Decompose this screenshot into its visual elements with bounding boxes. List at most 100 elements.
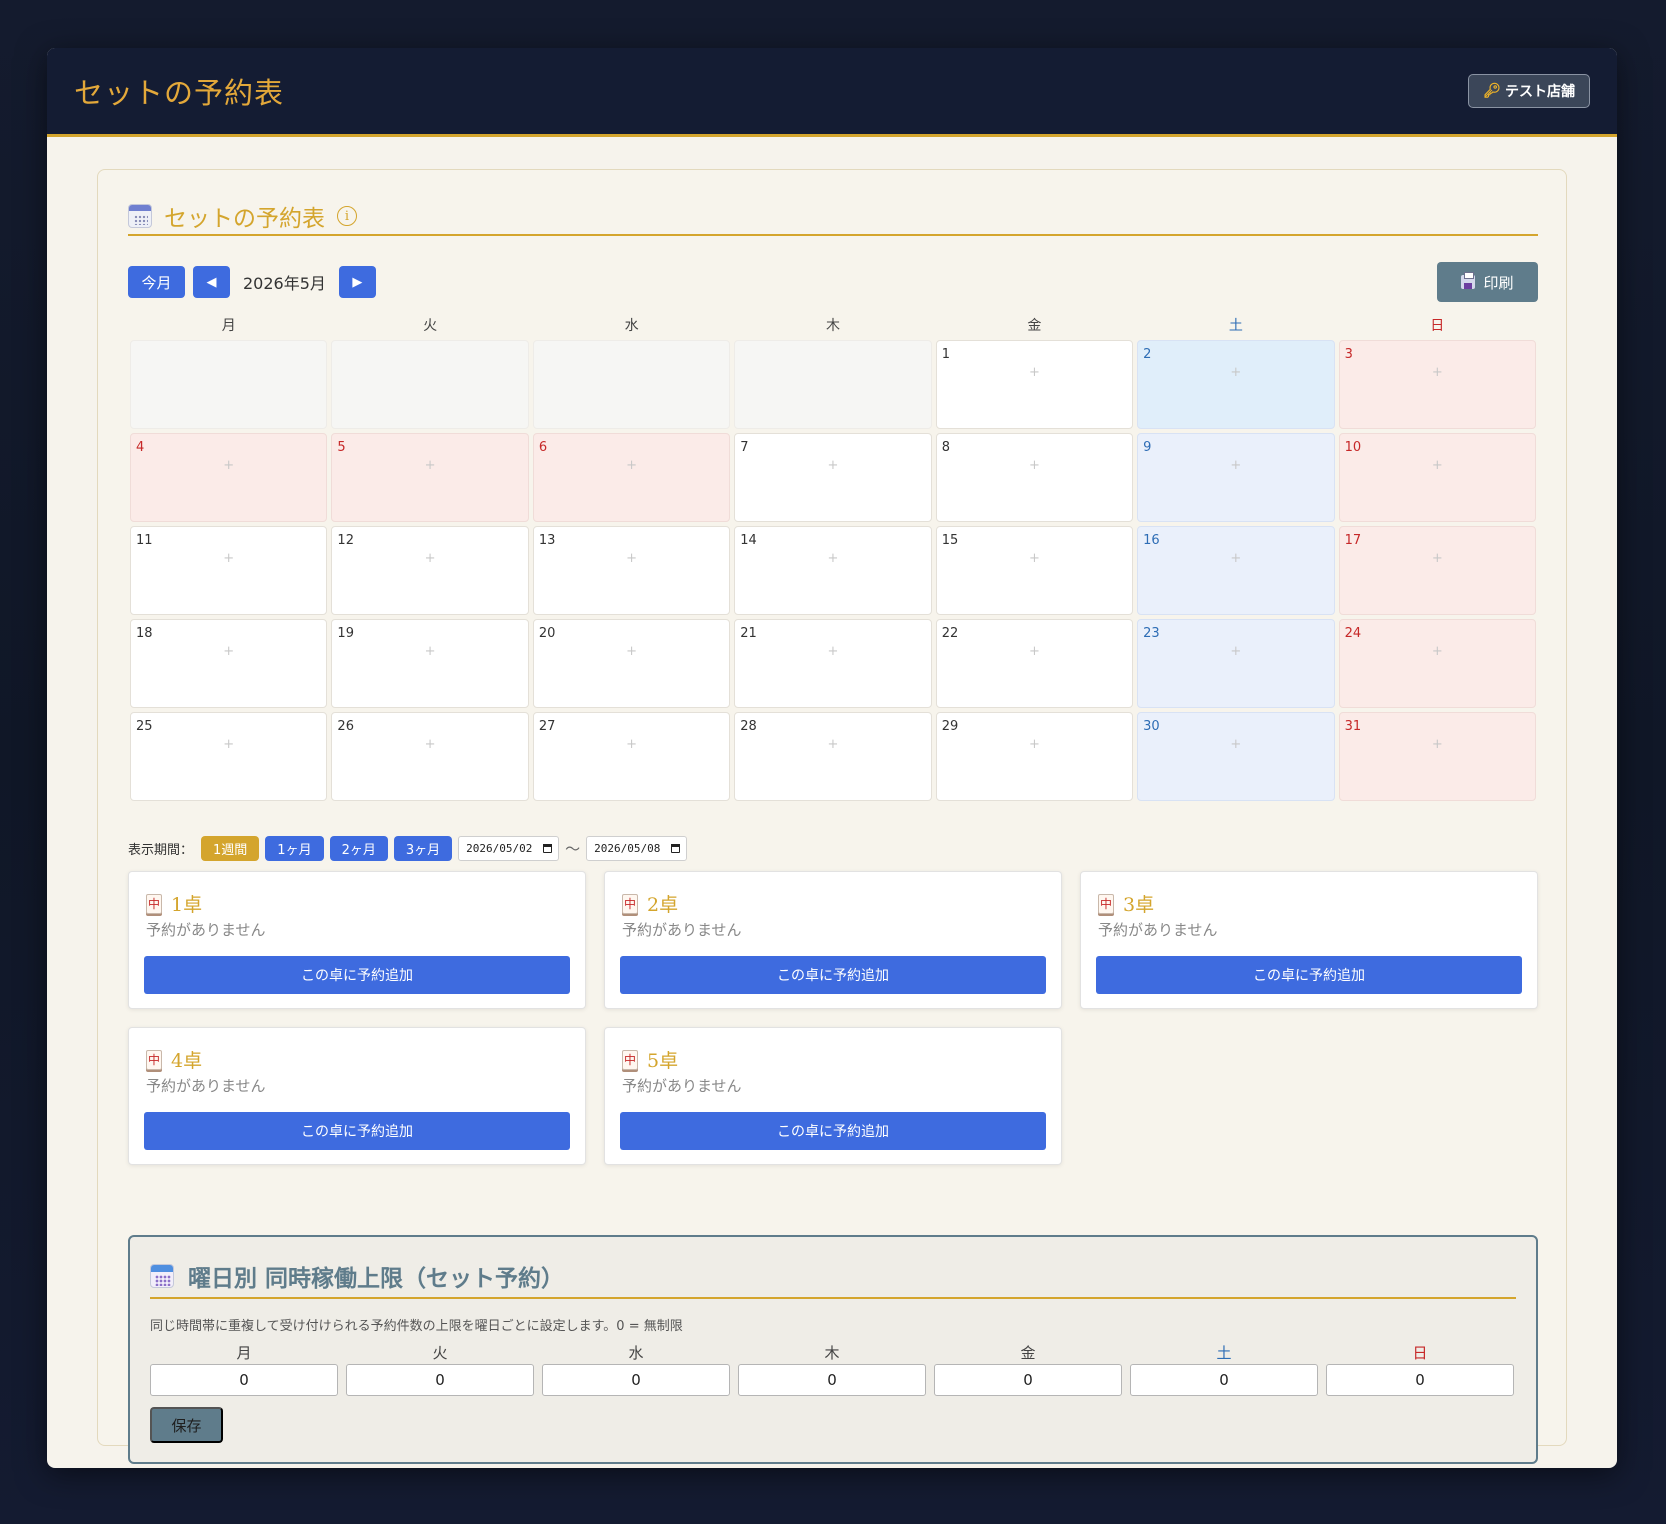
add-reservation-button[interactable]: この卓に予約追加 bbox=[620, 956, 1046, 994]
calendar-day-cell[interactable]: 11 + bbox=[130, 526, 328, 615]
calendar-day-cell[interactable]: 22 + bbox=[935, 619, 1134, 708]
table-card: 中 4卓 予約がありません この卓に予約追加 bbox=[128, 1027, 586, 1165]
add-reservation-icon[interactable]: + bbox=[534, 458, 729, 473]
save-button[interactable]: 保存 bbox=[150, 1407, 223, 1443]
calendar-day-cell[interactable]: 10 + bbox=[1338, 433, 1536, 522]
add-reservation-icon[interactable]: + bbox=[534, 551, 729, 566]
add-reservation-icon[interactable]: + bbox=[131, 644, 326, 659]
date-from-input[interactable]: 2026/05/02 bbox=[458, 835, 560, 861]
add-reservation-icon[interactable]: + bbox=[1340, 365, 1535, 380]
add-reservation-icon[interactable]: + bbox=[937, 737, 1132, 752]
add-reservation-icon[interactable]: + bbox=[937, 458, 1132, 473]
limit-input[interactable] bbox=[150, 1364, 338, 1396]
add-reservation-icon[interactable]: + bbox=[1340, 551, 1535, 566]
add-reservation-icon[interactable]: + bbox=[735, 458, 930, 473]
calendar-day-cell[interactable]: 27 + bbox=[532, 712, 731, 801]
calendar-day-cell[interactable]: 15 + bbox=[935, 526, 1134, 615]
add-reservation-button[interactable]: この卓に予約追加 bbox=[1096, 956, 1522, 994]
period-option-button[interactable]: 1週間 bbox=[201, 835, 260, 861]
add-reservation-icon[interactable]: + bbox=[735, 737, 930, 752]
table-card-header: 中 1卓 bbox=[146, 890, 202, 917]
calendar-day-cell[interactable]: 8 + bbox=[935, 433, 1134, 522]
period-option-button[interactable]: 3ヶ月 bbox=[393, 835, 453, 861]
add-reservation-icon[interactable]: + bbox=[937, 551, 1132, 566]
calendar-day-cell[interactable]: 23 + bbox=[1137, 619, 1335, 708]
calendar-day-cell[interactable]: 2 + bbox=[1137, 340, 1335, 429]
add-reservation-icon[interactable]: + bbox=[937, 644, 1132, 659]
add-reservation-icon[interactable]: + bbox=[1138, 644, 1333, 659]
add-reservation-icon[interactable]: + bbox=[1138, 365, 1333, 380]
add-reservation-icon[interactable]: + bbox=[131, 737, 326, 752]
calendar-day-cell[interactable]: 26 + bbox=[331, 712, 529, 801]
add-reservation-icon[interactable]: + bbox=[131, 458, 326, 473]
calendar-day-cell[interactable]: 5 + bbox=[331, 433, 529, 522]
limit-input[interactable] bbox=[738, 1364, 926, 1396]
add-reservation-icon[interactable]: + bbox=[735, 551, 930, 566]
calendar-day-cell[interactable]: 31 + bbox=[1338, 712, 1536, 801]
add-reservation-button[interactable]: この卓に予約追加 bbox=[144, 956, 570, 994]
limit-weekday-label: 火 bbox=[432, 1344, 448, 1362]
limit-weekday-label: 日 bbox=[1412, 1344, 1428, 1362]
add-reservation-icon[interactable]: + bbox=[1340, 737, 1535, 752]
this-month-button[interactable]: 今月 bbox=[128, 266, 185, 298]
store-button[interactable]: 🔑︎ テスト店舗 bbox=[1468, 74, 1590, 108]
limit-input[interactable] bbox=[346, 1364, 534, 1396]
calendar-day-cell[interactable]: 29 + bbox=[935, 712, 1134, 801]
add-reservation-icon[interactable]: + bbox=[1138, 551, 1333, 566]
calendar-day-cell[interactable]: 16 + bbox=[1137, 526, 1335, 615]
calendar-day-cell[interactable]: 1 + bbox=[935, 340, 1134, 429]
add-reservation-icon[interactable]: + bbox=[1340, 458, 1535, 473]
calendar-day-cell[interactable]: 7 + bbox=[734, 433, 932, 522]
add-reservation-icon[interactable]: + bbox=[1138, 458, 1333, 473]
day-number: 31 bbox=[1344, 719, 1362, 734]
calendar-day-cell[interactable]: 17 + bbox=[1338, 526, 1536, 615]
period-option-button[interactable]: 2ヶ月 bbox=[329, 835, 388, 861]
date-picker-icon[interactable] bbox=[671, 843, 681, 853]
add-reservation-button[interactable]: この卓に予約追加 bbox=[144, 1112, 570, 1150]
day-number: 2 bbox=[1143, 347, 1152, 362]
add-reservation-icon[interactable]: + bbox=[534, 644, 729, 659]
add-reservation-icon[interactable]: + bbox=[1340, 644, 1535, 659]
add-reservation-icon[interactable]: + bbox=[332, 551, 527, 566]
period-option-button[interactable]: 1ヶ月 bbox=[265, 835, 324, 861]
add-reservation-icon[interactable]: + bbox=[332, 644, 527, 659]
day-number: 22 bbox=[941, 626, 959, 641]
limit-title: 曜日別 同時稼働上限（セット予約） bbox=[188, 1266, 565, 1292]
add-reservation-button[interactable]: この卓に予約追加 bbox=[620, 1112, 1046, 1150]
info-icon[interactable]: i bbox=[337, 206, 357, 226]
calendar-day-cell[interactable]: 25 + bbox=[130, 712, 328, 801]
add-reservation-icon[interactable]: + bbox=[332, 737, 527, 752]
calendar-day-cell[interactable]: 13 + bbox=[532, 526, 731, 615]
calendar-day-cell[interactable]: 4 + bbox=[130, 433, 328, 522]
calendar-day-cell[interactable]: 24 + bbox=[1338, 619, 1536, 708]
prev-month-button[interactable]: ◀ bbox=[193, 266, 230, 298]
calendar-day-cell[interactable]: 14 + bbox=[734, 526, 932, 615]
calendar-day-cell[interactable]: 20 + bbox=[532, 619, 731, 708]
add-reservation-icon[interactable]: + bbox=[937, 365, 1132, 380]
date-to-input[interactable]: 2026/05/08 bbox=[586, 835, 688, 861]
add-reservation-icon[interactable]: + bbox=[735, 644, 930, 659]
add-reservation-icon[interactable]: + bbox=[131, 551, 326, 566]
add-reservation-icon[interactable]: + bbox=[332, 458, 527, 473]
calendar-day-cell[interactable]: 30 + bbox=[1137, 712, 1335, 801]
calendar-day-cell[interactable]: 3 + bbox=[1338, 340, 1536, 429]
next-month-button[interactable]: ▶ bbox=[338, 266, 376, 298]
date-picker-icon[interactable] bbox=[543, 843, 553, 853]
limit-input[interactable] bbox=[934, 1364, 1122, 1396]
print-button[interactable]: 印刷 bbox=[1437, 262, 1538, 302]
calendar-day-cell[interactable]: 12 + bbox=[331, 526, 529, 615]
calendar-day-cell[interactable]: 28 + bbox=[734, 712, 932, 801]
limit-weekday-label: 月 bbox=[236, 1344, 252, 1362]
calendar-day-cell[interactable]: 21 + bbox=[734, 619, 932, 708]
limit-input[interactable] bbox=[1130, 1364, 1318, 1396]
calendar-day-cell[interactable]: 18 + bbox=[130, 619, 328, 708]
add-reservation-icon[interactable]: + bbox=[534, 737, 729, 752]
add-reservation-icon[interactable]: + bbox=[1138, 737, 1333, 752]
calendar-day-cell[interactable]: 6 + bbox=[532, 433, 731, 522]
limit-input[interactable] bbox=[542, 1364, 730, 1396]
weekday-label: 水 bbox=[624, 318, 639, 334]
limit-input[interactable] bbox=[1326, 1364, 1514, 1396]
calendar-day-cell[interactable]: 9 + bbox=[1137, 433, 1335, 522]
calendar-day-cell[interactable]: 19 + bbox=[331, 619, 529, 708]
calendar-toolbar: 今月 ◀ 2026年5月 ▶ 印刷 bbox=[128, 262, 1538, 302]
